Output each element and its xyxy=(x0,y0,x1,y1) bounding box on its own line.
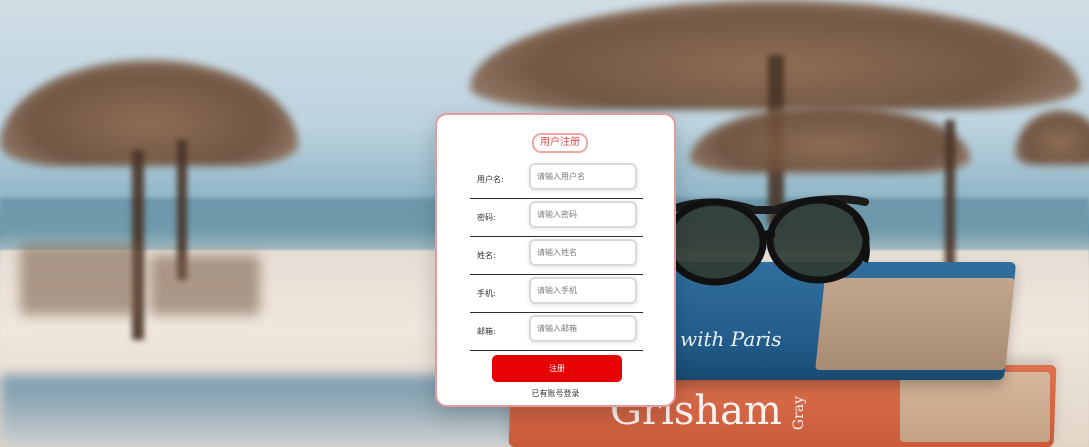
book-orange-pages xyxy=(900,372,1050,442)
form-row-password: 密码: xyxy=(470,199,643,237)
sunglasses-illustration xyxy=(663,195,870,286)
background-chair-left-2 xyxy=(150,255,260,315)
email-input[interactable] xyxy=(529,315,637,342)
password-input[interactable] xyxy=(529,201,637,228)
email-label: 邮箱: xyxy=(477,327,496,336)
book-orange-spine-text: Gray xyxy=(791,395,808,431)
form-row-email: 邮箱: xyxy=(470,313,643,351)
login-link[interactable]: 已有账号登录 xyxy=(437,388,674,399)
register-card: 用户注册 用户名: 密码: 姓名: 手机: 邮箱: 注册 已有账号登录 xyxy=(435,113,676,407)
form-row-phone: 手机: xyxy=(470,275,643,313)
form-row-name: 姓名: xyxy=(470,237,643,275)
background-umbrella-right-2 xyxy=(690,105,970,173)
background-chair-left xyxy=(20,245,140,315)
phone-input[interactable] xyxy=(529,277,637,304)
name-input[interactable] xyxy=(529,239,637,266)
register-title: 用户注册 xyxy=(532,133,588,153)
background-photo: Grisham Gray with Paris 用户注册 用户名: 密码: 姓名… xyxy=(0,0,1089,447)
background-umbrella-left xyxy=(0,60,298,166)
username-input[interactable] xyxy=(529,163,637,190)
password-label: 密码: xyxy=(477,213,496,222)
form-row-username: 用户名: xyxy=(470,161,643,199)
background-umbrella-far-right xyxy=(1015,110,1089,165)
username-label: 用户名: xyxy=(477,175,504,184)
name-label: 姓名: xyxy=(477,251,496,260)
register-button[interactable]: 注册 xyxy=(492,355,622,382)
phone-label: 手机: xyxy=(477,289,496,298)
background-umbrella-right-2-pole xyxy=(945,120,955,270)
book-blue-title: with Paris xyxy=(680,327,782,351)
